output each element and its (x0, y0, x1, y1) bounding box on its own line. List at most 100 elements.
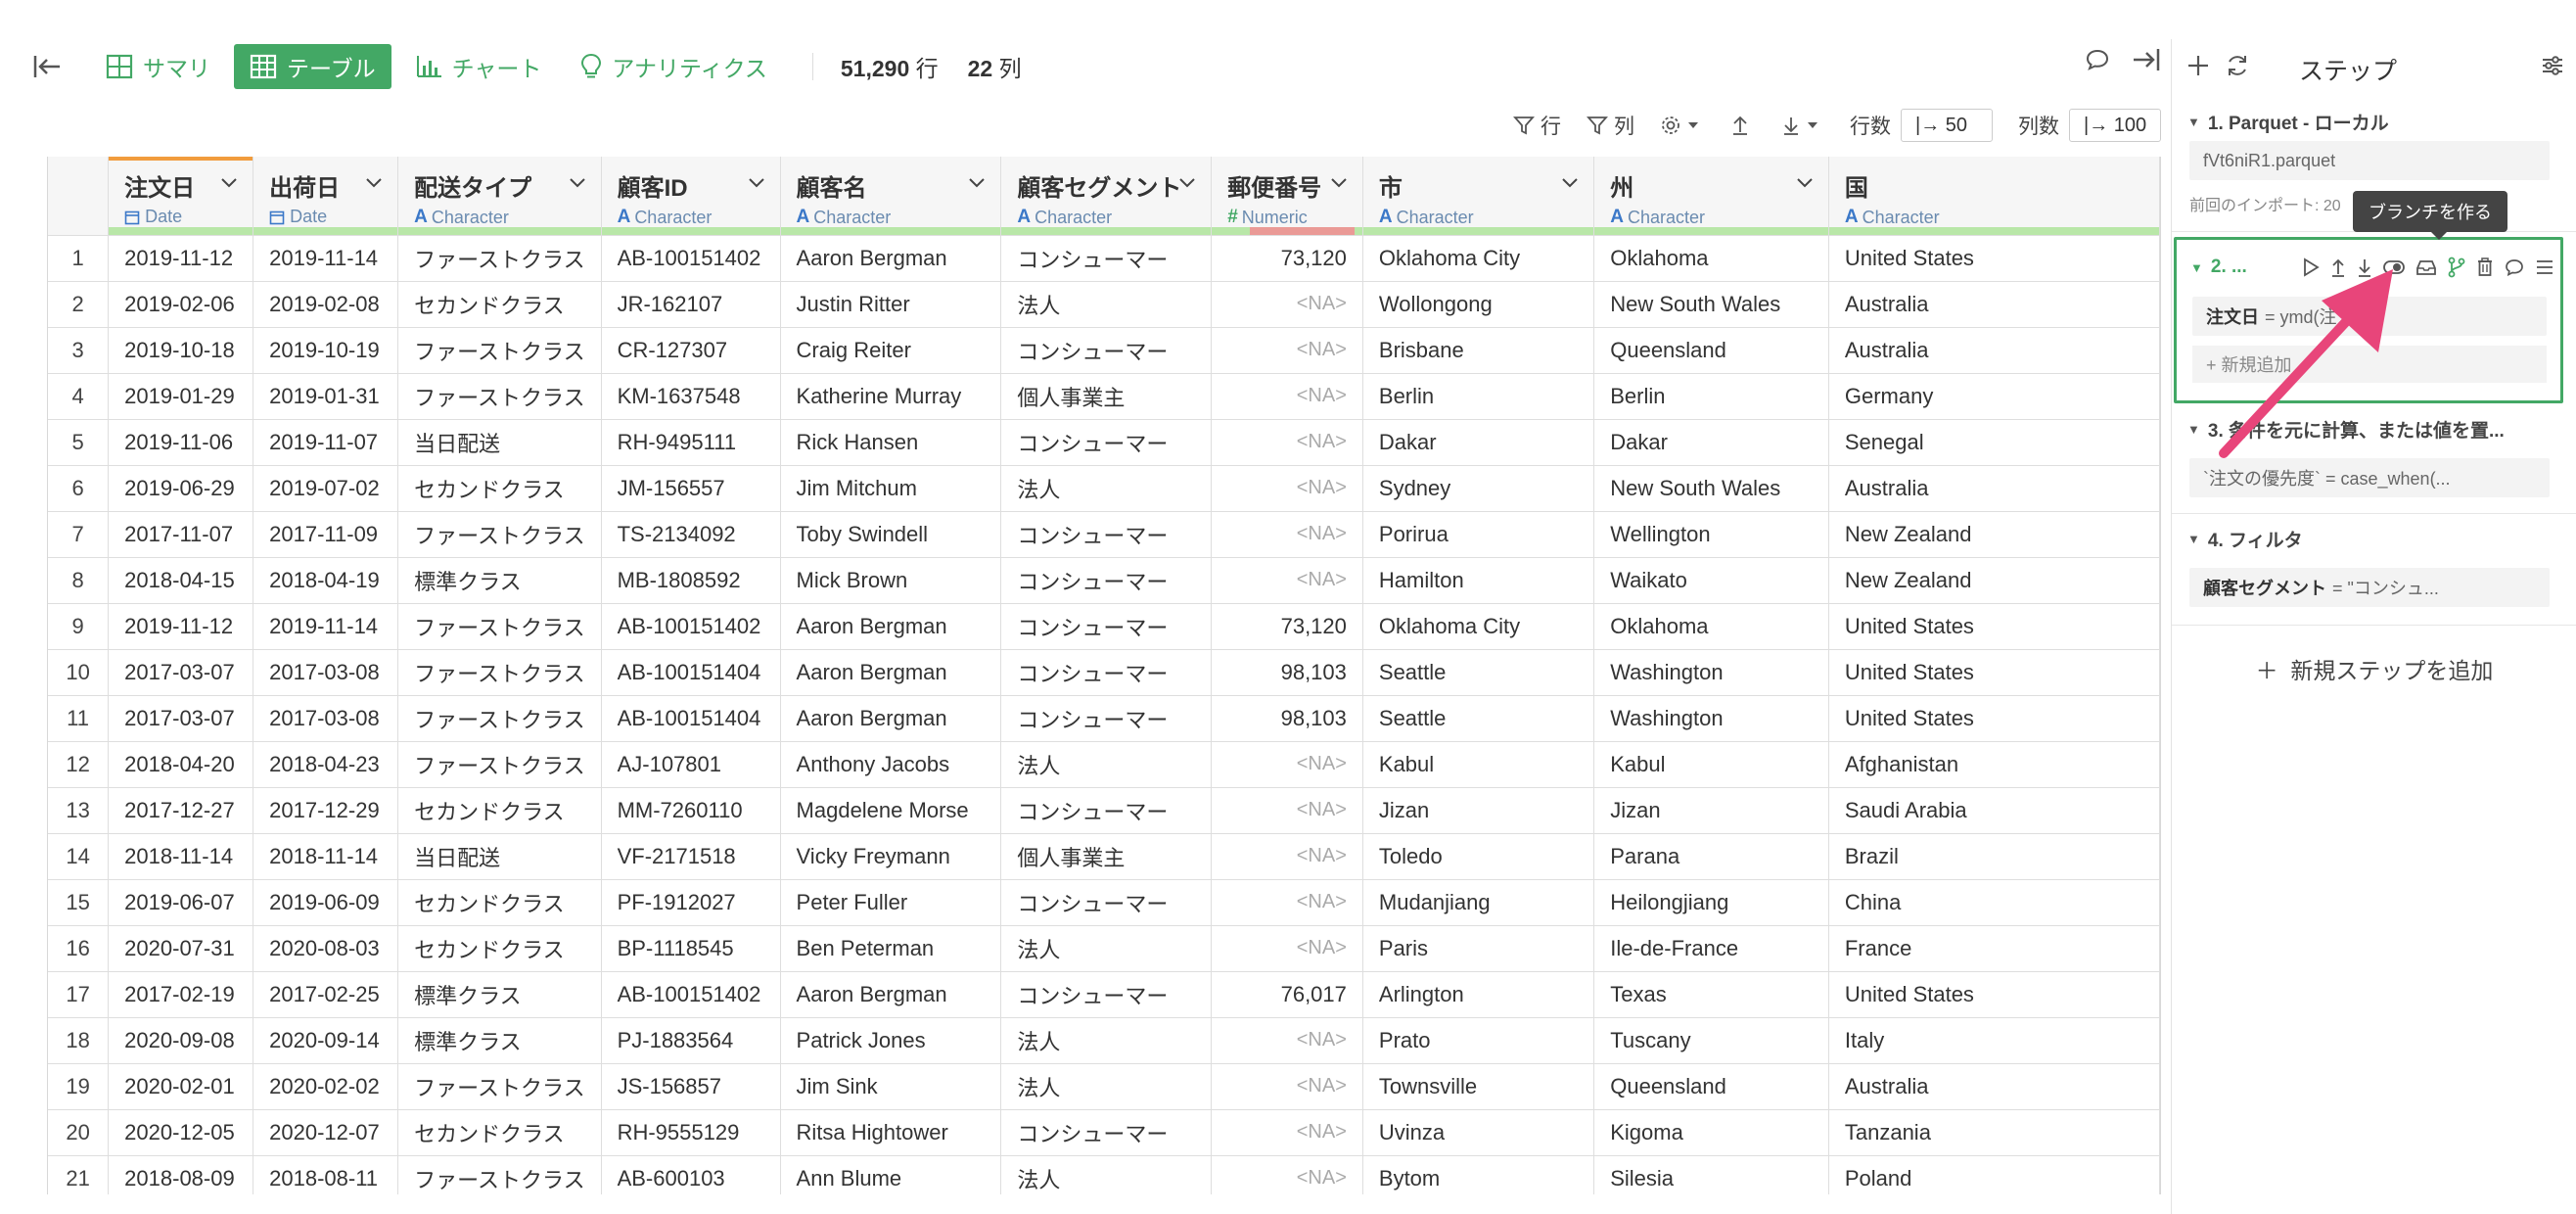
column-header[interactable]: 顧客名 A Character (780, 157, 1002, 236)
chevron-down-icon[interactable] (1329, 176, 1349, 190)
step-4[interactable]: ▼ 4. フィルタ 顧客セグメント = "コンシュ... (2174, 519, 2563, 607)
comment-icon[interactable] (2085, 48, 2110, 71)
step-1-detail[interactable]: fVt6niR1.parquet (2189, 141, 2550, 180)
column-filter-button[interactable]: 列 (1587, 111, 1634, 140)
table-row[interactable]: 17 2017-02-19 2017-02-25 標準クラス AB-100151402 A… (48, 971, 2160, 1018)
table-row[interactable]: 20 2020-12-05 2020-12-07 セカンドクラス RH-9555129 R… (48, 1109, 2160, 1156)
column-type: A Character (1610, 207, 1705, 227)
bar-chart-icon (416, 56, 441, 77)
table-cell: Australia (1828, 465, 2160, 512)
column-header[interactable]: 郵便番号 # Numeric (1211, 157, 1363, 236)
row-filter-button[interactable]: 行 (1513, 111, 1561, 140)
table-row[interactable]: 7 2017-11-07 2017-11-09 ファーストクラス TS-2134092 T… (48, 511, 2160, 558)
chevron-down-icon[interactable] (364, 176, 384, 190)
table-cell: 法人 (1000, 1063, 1213, 1110)
row-index: 3 (48, 327, 110, 374)
chevron-down-icon[interactable] (219, 176, 239, 190)
column-header[interactable]: 顧客ID A Character (601, 157, 781, 236)
table-cell: Jim Sink (780, 1063, 1002, 1110)
tab-analytics-label: アナリティクス (612, 56, 767, 81)
table-row[interactable]: 10 2017-03-07 2017-03-08 ファーストクラス AB-1001514… (48, 649, 2160, 696)
table-cell: 2020-09-08 (108, 1017, 254, 1064)
collapse-triangle-icon[interactable]: ▼ (2190, 260, 2203, 275)
collapse-triangle-icon[interactable]: ▼ (2187, 422, 2200, 437)
cols-limit-input[interactable]: |→ 100 (2069, 109, 2161, 142)
menu-icon[interactable] (2535, 258, 2554, 276)
row-index: 7 (48, 511, 110, 558)
tab-chart[interactable]: チャート (399, 44, 558, 89)
column-header[interactable]: 市 A Character (1362, 157, 1595, 236)
step-4-detail[interactable]: 顧客セグメント = "コンシュ... (2189, 568, 2550, 607)
branch-icon[interactable] (2448, 257, 2465, 278)
table-cell: コンシューマー (1000, 695, 1213, 742)
download-dropdown[interactable] (1781, 115, 1824, 136)
rows-limit-input[interactable]: |→ 50 (1901, 109, 1993, 142)
sliders-icon[interactable] (2540, 53, 2565, 83)
column-header[interactable]: 注文日 Date (108, 157, 254, 236)
table-cell: JM-156557 (601, 465, 781, 512)
chevron-down-icon[interactable] (1560, 176, 1580, 190)
tab-analytics[interactable]: アナリティクス (565, 44, 782, 89)
table-row[interactable]: 21 2018-08-09 2018-08-11 ファーストクラス AB-600103 A… (48, 1155, 2160, 1194)
tab-table[interactable]: テーブル (234, 44, 391, 89)
table-cell: <NA> (1211, 327, 1363, 374)
add-icon[interactable] (2185, 53, 2211, 83)
table-row[interactable]: 19 2020-02-01 2020-02-02 ファーストクラス JS-156857 J… (48, 1063, 2160, 1110)
column-header[interactable]: 州 A Character (1593, 157, 1829, 236)
table-row[interactable]: 13 2017-12-27 2017-12-29 セカンドクラス MM-7260110 M… (48, 787, 2160, 834)
table-row[interactable]: 1 2019-11-12 2019-11-14 ファーストクラス AB-10015140… (48, 235, 2160, 282)
table-row[interactable]: 3 2019-10-18 2019-10-19 ファーストクラス CR-127307 Cr… (48, 327, 2160, 374)
tab-summary[interactable]: サマリ (90, 44, 226, 89)
table-cell: Tuscany (1593, 1017, 1829, 1064)
upload-icon[interactable] (1730, 115, 1756, 136)
table-cell: <NA> (1211, 1109, 1363, 1156)
column-header[interactable]: 出荷日 Date (253, 157, 399, 236)
table-cell: 2017-03-07 (108, 649, 254, 696)
trash-icon[interactable] (2476, 257, 2494, 277)
table-row[interactable]: 4 2019-01-29 2019-01-31 ファーストクラス KM-1637548 K… (48, 373, 2160, 420)
collapse-left-icon[interactable] (27, 47, 67, 86)
table-row[interactable]: 16 2020-07-31 2020-08-03 セカンドクラス BP-1118545 B… (48, 925, 2160, 972)
table-cell: VF-2171518 (601, 833, 781, 880)
table-row[interactable]: 5 2019-11-06 2019-11-07 当日配送 RH-9495111 Rick … (48, 419, 2160, 466)
table-cell: AB-100151402 (601, 971, 781, 1018)
chevron-down-icon[interactable] (1177, 176, 1197, 190)
download-icon (1784, 117, 1798, 135)
collapse-triangle-icon[interactable]: ▼ (2187, 115, 2200, 129)
table-cell: Aaron Bergman (780, 235, 1002, 282)
row-index: 5 (48, 419, 110, 466)
add-step-button[interactable]: ＋ 新規ステップを追加 (2172, 652, 2576, 685)
chevron-down-icon[interactable] (747, 176, 766, 190)
table-cell: 73,120 (1211, 235, 1363, 282)
chevron-down-icon[interactable] (967, 176, 987, 190)
comment-icon[interactable] (2505, 258, 2524, 276)
chevron-down-icon[interactable] (1795, 176, 1815, 190)
table-cell: Jizan (1362, 787, 1595, 834)
column-type: Date (269, 207, 382, 227)
refresh-icon[interactable] (2225, 53, 2250, 83)
settings-dropdown[interactable] (1660, 115, 1705, 136)
summary-grid-icon (106, 54, 133, 79)
table-row[interactable]: 9 2019-11-12 2019-11-14 ファーストクラス AB-10015140… (48, 603, 2160, 650)
column-header[interactable]: 顧客セグメント A Character (1000, 157, 1213, 236)
tab-table-label: テーブル (287, 56, 376, 81)
table-row[interactable]: 6 2019-06-29 2019-07-02 セカンドクラス JM-156557 Jim… (48, 465, 2160, 512)
column-header[interactable]: 配送タイプ A Character (397, 157, 602, 236)
table-row[interactable]: 11 2017-03-07 2017-03-08 ファーストクラス AB-1001514… (48, 695, 2160, 742)
table-row[interactable]: 12 2018-04-20 2018-04-23 ファーストクラス AJ-107801 A… (48, 741, 2160, 788)
table-cell: ファーストクラス (397, 1155, 602, 1194)
collapse-triangle-icon[interactable]: ▼ (2187, 532, 2200, 546)
table-row[interactable]: 14 2018-11-14 2018-11-14 当日配送 VF-2171518 Vick… (48, 833, 2160, 880)
table-row[interactable]: 2 2019-02-06 2019-02-08 セカンドクラス JR-162107 Jus… (48, 281, 2160, 328)
row-index: 1 (48, 235, 110, 282)
collapse-right-icon[interactable] (2132, 47, 2161, 72)
table-row[interactable]: 8 2018-04-15 2018-04-19 標準クラス MB-1808592 Mick… (48, 557, 2160, 604)
table-cell: コンシューマー (1000, 603, 1213, 650)
chevron-down-icon[interactable] (568, 176, 587, 190)
inbox-icon[interactable] (2415, 258, 2437, 276)
table-cell: New South Wales (1593, 465, 1829, 512)
column-header[interactable]: 国 A Character (1828, 157, 2160, 236)
table-cell: 法人 (1000, 925, 1213, 972)
table-row[interactable]: 18 2020-09-08 2020-09-14 標準クラス PJ-1883564 Pat… (48, 1017, 2160, 1064)
table-row[interactable]: 15 2019-06-07 2019-06-09 セカンドクラス PF-1912027 P… (48, 879, 2160, 926)
